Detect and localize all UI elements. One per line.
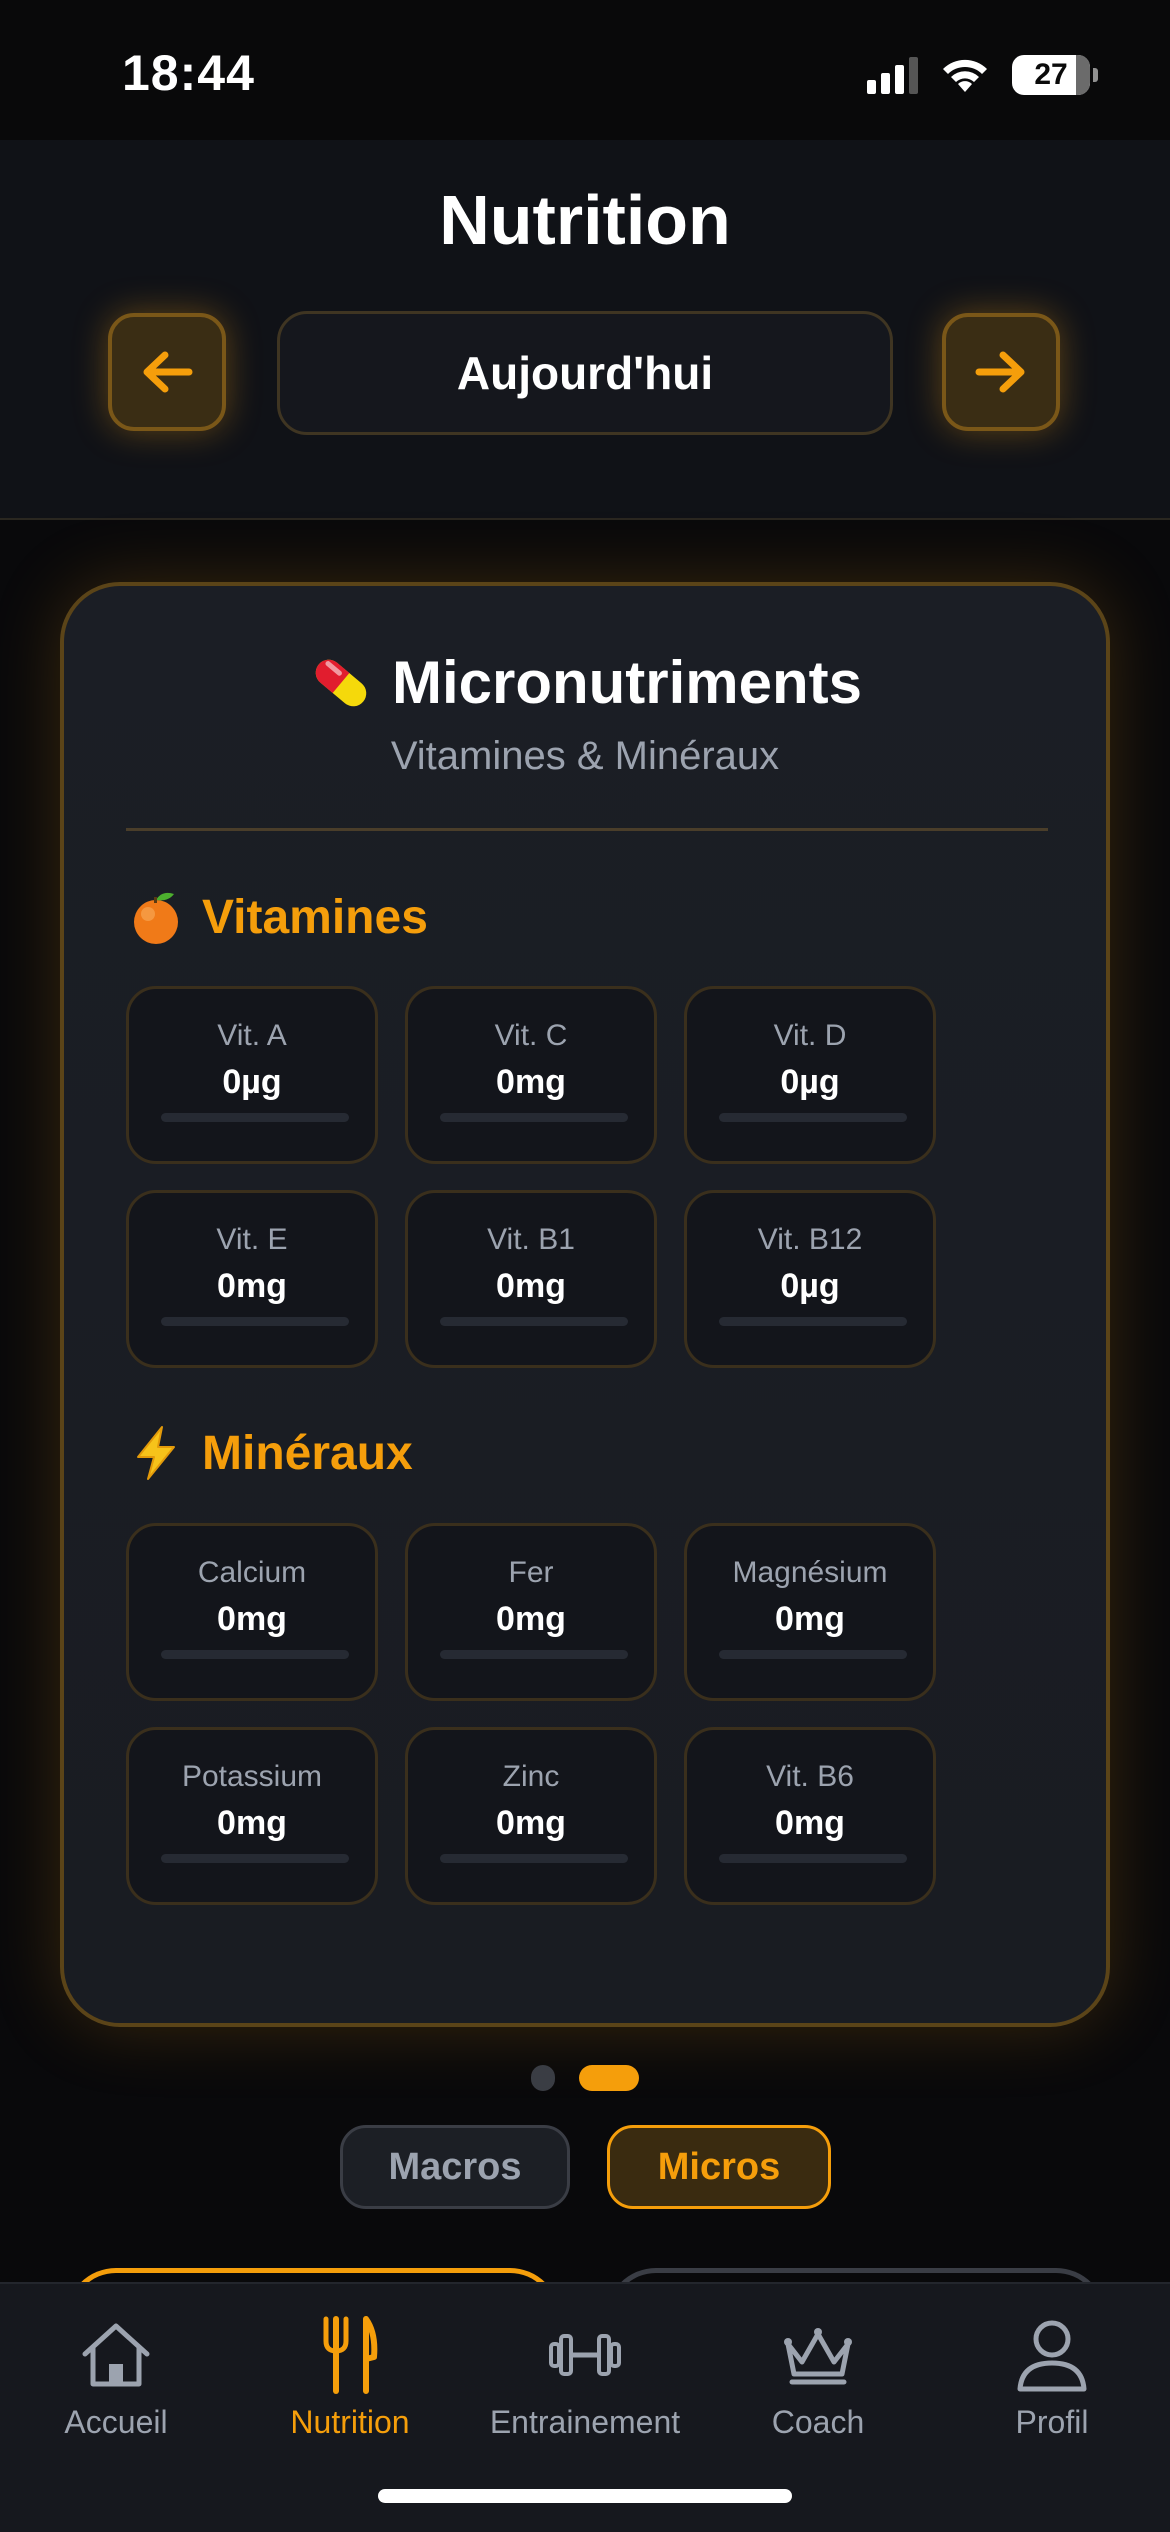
tab-coach[interactable]: Coach (740, 2312, 896, 2462)
progress-bar (440, 1113, 628, 1122)
minerals-title: Minéraux (202, 1426, 413, 1480)
nutrient-label: Magnésium (732, 1556, 888, 1589)
vitamin-b6-tile[interactable]: Vit. B6 0mg (684, 1727, 936, 1905)
progress-bar (719, 1650, 907, 1659)
card-title: Micronutriments (391, 649, 863, 716)
progress-bar (161, 1113, 349, 1122)
next-day-button[interactable] (942, 313, 1060, 431)
nutrient-value: 0mg (775, 1600, 845, 1638)
micronutrients-card: Micronutriments Vitamines & Minéraux Vit… (60, 582, 1110, 2027)
zinc-tile[interactable]: Zinc 0mg (405, 1727, 657, 1905)
home-indicator[interactable] (378, 2489, 792, 2503)
nutrient-value: 0mg (217, 1267, 287, 1305)
battery-level: 27 (1034, 58, 1068, 91)
micros-toggle-button[interactable]: Micros (607, 2125, 831, 2209)
nutrient-label: Vit. D (773, 1019, 847, 1052)
card-title-row: Micronutriments (64, 648, 1106, 717)
calcium-tile[interactable]: Calcium 0mg (126, 1523, 378, 1701)
nutrient-label: Vit. B12 (757, 1223, 863, 1256)
nutrient-value: 0µg (780, 1267, 840, 1305)
nutrient-label: Vit. A (217, 1019, 287, 1052)
person-icon (1017, 2320, 1087, 2392)
progress-bar (161, 1650, 349, 1659)
progress-bar (719, 1854, 907, 1863)
nutrient-value: 0mg (217, 1804, 287, 1842)
nutrient-value: 0mg (496, 1600, 566, 1638)
previous-day-button[interactable] (108, 313, 226, 431)
vitamins-section-header: Vitamines (128, 888, 428, 946)
battery-icon: 27 (1012, 55, 1098, 95)
nutrient-value: 0mg (496, 1267, 566, 1305)
nutrient-label: Vit. C (494, 1019, 568, 1052)
progress-bar (719, 1317, 907, 1326)
vitamin-d-tile[interactable]: Vit. D 0µg (684, 986, 936, 1164)
magnesium-tile[interactable]: Magnésium 0mg (684, 1523, 936, 1701)
tab-accueil[interactable]: Accueil (38, 2312, 194, 2462)
status-bar: 18:44 27 (0, 0, 1170, 140)
nutrient-label: Zinc (502, 1760, 560, 1793)
nutrient-value: 0mg (496, 1063, 566, 1101)
arrow-left-icon (143, 351, 193, 393)
progress-bar (161, 1854, 349, 1863)
tab-entrainement[interactable]: Entrainement (478, 2312, 692, 2462)
vitamin-c-tile[interactable]: Vit. C 0mg (405, 986, 657, 1164)
nutrient-value: 0mg (217, 1600, 287, 1638)
nutrient-value: 0mg (496, 1804, 566, 1842)
tab-label: Coach (771, 2404, 865, 2440)
tab-label: Entrainement (489, 2404, 681, 2440)
nutrient-label: Vit. B6 (766, 1760, 854, 1793)
orange-fruit-icon (134, 892, 178, 944)
nutrient-label: Fer (508, 1556, 554, 1589)
page-dot-2-active[interactable] (579, 2065, 639, 2091)
pill-icon (315, 659, 367, 706)
vitamins-title: Vitamines (202, 890, 428, 944)
nutrient-value: 0mg (775, 1804, 845, 1842)
divider (126, 828, 1048, 831)
crown-icon (784, 2328, 852, 2385)
nutrient-value: 0µg (780, 1063, 840, 1101)
vitamin-e-tile[interactable]: Vit. E 0mg (126, 1190, 378, 1368)
tab-label: Profil (1015, 2404, 1089, 2440)
home-icon (82, 2323, 150, 2387)
page-indicator (0, 2065, 1170, 2091)
progress-bar (440, 1650, 628, 1659)
status-time: 18:44 (122, 45, 255, 101)
nutrient-label: Calcium (197, 1556, 307, 1589)
potassium-tile[interactable]: Potassium 0mg (126, 1727, 378, 1905)
progress-bar (440, 1317, 628, 1326)
status-icons: 27 (867, 52, 1098, 98)
iron-tile[interactable]: Fer 0mg (405, 1523, 657, 1701)
lightning-icon (137, 1426, 175, 1480)
header: Nutrition Aujourd'hui (0, 140, 1170, 520)
date-selector[interactable]: Aujourd'hui (277, 311, 893, 435)
nutrient-value: 0µg (222, 1063, 282, 1101)
wifi-icon (943, 59, 987, 92)
macros-toggle-button[interactable]: Macros (340, 2125, 570, 2209)
cellular-signal-icon (867, 56, 918, 94)
progress-bar (719, 1113, 907, 1122)
progress-bar (440, 1854, 628, 1863)
tab-label: Accueil (64, 2404, 168, 2440)
vitamin-a-tile[interactable]: Vit. A 0µg (126, 986, 378, 1164)
tab-profil[interactable]: Profil (974, 2312, 1130, 2462)
fork-knife-icon (323, 2316, 378, 2394)
tab-nutrition[interactable]: Nutrition (270, 2312, 430, 2462)
nutrient-label: Potassium (181, 1760, 323, 1793)
minerals-section-header: Minéraux (128, 1424, 413, 1482)
nutrition-screen: 18:44 27 Nutrition Aujourd'hui Micronutr… (0, 0, 1170, 2532)
vitamin-b12-tile[interactable]: Vit. B12 0µg (684, 1190, 936, 1368)
progress-bar (161, 1317, 349, 1326)
arrow-right-icon (975, 351, 1025, 393)
tab-label: Nutrition (290, 2404, 410, 2440)
nutrient-label: Vit. E (216, 1223, 288, 1256)
page-dot-1[interactable] (531, 2065, 555, 2091)
card-subtitle: Vitamines & Minéraux (390, 734, 780, 778)
nutrient-label: Vit. B1 (487, 1223, 575, 1256)
vitamin-b1-tile[interactable]: Vit. B1 0mg (405, 1190, 657, 1368)
dumbbell-icon (549, 2334, 621, 2376)
page-title: Nutrition (439, 181, 731, 259)
